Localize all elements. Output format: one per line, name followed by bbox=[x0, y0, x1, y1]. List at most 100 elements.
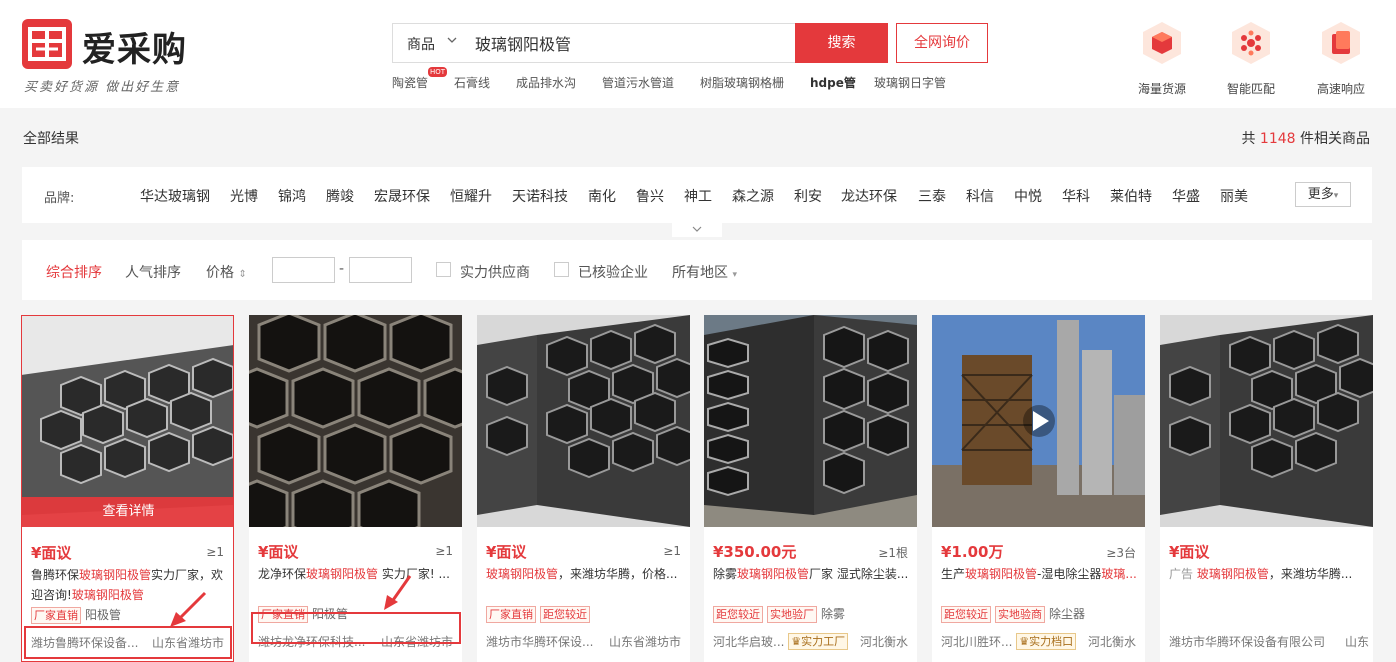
product-card[interactable]: ¥1.00万 ≥3台 生产玻璃钢阳极管-湿电除尘器玻璃... 距您较近 实地验商除… bbox=[932, 315, 1145, 662]
hot-word[interactable]: 树脂玻璃钢格栅 bbox=[700, 74, 784, 91]
product-card[interactable]: ¥350.00元 ≥1根 除雾玻璃钢阳极管厂家 湿式除尘装... 距您较近 实地验… bbox=[704, 315, 917, 662]
feature-label: 智能匹配 bbox=[1226, 82, 1275, 96]
brand-item[interactable]: 中悦 bbox=[1014, 186, 1042, 206]
product-card[interactable]: ¥面议 ≥1 玻璃钢阳极管，来潍坊华腾，价格... 厂家直销 距您较近 潍坊市华腾… bbox=[477, 315, 690, 662]
search-button[interactable]: 搜索 bbox=[795, 23, 888, 63]
inquiry-button[interactable]: 全网询价 bbox=[896, 23, 988, 63]
price-dash: - bbox=[339, 261, 345, 277]
product-moq: ≥1根 bbox=[878, 546, 908, 560]
brand-item[interactable]: 鲁兴 bbox=[636, 186, 664, 206]
result-suffix: 件相关商品 bbox=[1300, 131, 1370, 147]
feature-mass-supply[interactable]: 海量货源 bbox=[1122, 20, 1202, 97]
brand-item[interactable]: 恒耀升 bbox=[450, 186, 492, 206]
speed-icon bbox=[1318, 20, 1364, 66]
brand-item[interactable]: 龙达环保 bbox=[841, 186, 897, 206]
company-location: 山东省潍坊市 bbox=[608, 635, 681, 649]
brand-item[interactable]: 利安 bbox=[794, 186, 822, 206]
tag-factory-direct: 厂家直销 bbox=[31, 607, 81, 624]
product-card[interactable]: ¥面议 ≥1 龙净环保玻璃钢阳极管 实力厂家! ... 厂家直销 阳极管 潍坊龙净… bbox=[249, 315, 462, 662]
logo-slogan: 买卖好货源 做出好生意 bbox=[24, 80, 181, 95]
chevron-down-icon: ▾ bbox=[732, 270, 737, 280]
badge-text: 实力档口 bbox=[1029, 635, 1074, 648]
brand-item[interactable]: 森之源 bbox=[732, 186, 774, 206]
brand-item[interactable]: 科信 bbox=[966, 186, 994, 206]
brand-item[interactable]: 华盛 bbox=[1172, 186, 1200, 206]
product-price: ¥面议 bbox=[258, 543, 299, 561]
brand-item[interactable]: 锦鸿 bbox=[278, 186, 306, 206]
product-image[interactable] bbox=[1160, 315, 1373, 527]
product-image[interactable] bbox=[477, 315, 690, 527]
hot-word[interactable]: 管道污水管道 bbox=[602, 74, 674, 91]
price-min-input[interactable] bbox=[272, 257, 335, 283]
product-price: ¥350.00元 bbox=[713, 543, 797, 561]
result-count: 共 1148 件相关商品 bbox=[1241, 128, 1370, 148]
expand-filter-chevron-icon[interactable] bbox=[672, 223, 722, 237]
title-text: 生产 bbox=[941, 567, 966, 581]
hot-word[interactable]: 石膏线 bbox=[454, 74, 490, 91]
strong-supplier-label[interactable]: 实力供应商 bbox=[460, 262, 530, 282]
product-price: ¥1.00万 bbox=[941, 543, 1004, 561]
brand-item[interactable]: 宏晟环保 bbox=[374, 186, 430, 206]
brand-item[interactable]: 腾竣 bbox=[326, 186, 354, 206]
logo-icon[interactable] bbox=[22, 19, 72, 69]
product-title[interactable]: 除雾玻璃钢阳极管厂家 湿式除尘装... bbox=[713, 564, 909, 584]
brand-item[interactable]: 天诺科技 bbox=[512, 186, 568, 206]
feature-smart-match[interactable]: 智能匹配 bbox=[1211, 20, 1291, 97]
product-image[interactable] bbox=[704, 315, 917, 527]
title-text: 除雾 bbox=[713, 567, 738, 581]
brand-item[interactable]: 丽美 bbox=[1220, 186, 1248, 206]
title-text: 鲁腾环保 bbox=[31, 568, 80, 582]
product-image[interactable] bbox=[249, 315, 462, 527]
brand-item[interactable]: 莱伯特 bbox=[1110, 186, 1152, 206]
product-card[interactable]: ¥面议 广告 玻璃钢阳极管，来潍坊华腾... 潍坊市华腾环保设备有限公司 山东 bbox=[1160, 315, 1373, 662]
title-text: 厂家 湿式除尘装... bbox=[809, 567, 909, 581]
product-title[interactable]: 玻璃钢阳极管，来潍坊华腾，价格... bbox=[486, 564, 682, 584]
brand-item[interactable]: 南化 bbox=[588, 186, 616, 206]
company-name[interactable]: 潍坊市华腾环保设备有限公司 bbox=[1169, 633, 1325, 650]
product-title[interactable]: 广告 玻璃钢阳极管，来潍坊华腾... bbox=[1169, 564, 1365, 584]
title-highlight: 玻璃钢阳极管 bbox=[486, 567, 559, 581]
crown-badge: ♛实力档口 bbox=[1016, 633, 1077, 650]
sort-price[interactable]: 价格 ⇕ bbox=[206, 262, 247, 282]
hot-word[interactable]: 成品排水沟 bbox=[516, 74, 576, 91]
brand-item[interactable]: 光博 bbox=[230, 186, 258, 206]
brand-item[interactable]: 华达玻璃钢 bbox=[140, 186, 210, 206]
chevron-down-icon[interactable] bbox=[447, 36, 457, 47]
product-title[interactable]: 生产玻璃钢阳极管-湿电除尘器玻璃... bbox=[941, 564, 1137, 584]
search-category[interactable]: 商品 bbox=[407, 34, 435, 54]
product-image[interactable] bbox=[932, 315, 1145, 527]
feature-fast-response[interactable]: 高速响应 bbox=[1301, 20, 1381, 97]
more-brands-button[interactable]: 更多▾ bbox=[1295, 182, 1351, 207]
product-image[interactable] bbox=[22, 316, 233, 527]
product-title[interactable]: 龙净环保玻璃钢阳极管 实力厂家! ... bbox=[258, 564, 454, 584]
annotation-box bbox=[24, 626, 232, 659]
sort-bar: 综合排序 人气排序 价格 ⇕ - 实力供应商 已核验企业 所有地区 ▾ bbox=[22, 240, 1372, 300]
hot-word[interactable]: 陶瓷管 bbox=[392, 74, 428, 91]
verified-checkbox[interactable] bbox=[554, 262, 569, 277]
product-moq: ≥1 bbox=[435, 544, 453, 558]
product-tags: 厂家直销 阳极管 bbox=[31, 607, 125, 625]
sort-popularity[interactable]: 人气排序 bbox=[125, 262, 181, 282]
logo-name[interactable]: 爱采购 bbox=[82, 22, 187, 71]
region-select[interactable]: 所有地区 ▾ bbox=[672, 262, 737, 282]
verified-label[interactable]: 已核验企业 bbox=[578, 262, 648, 282]
company-name[interactable]: 潍坊市华腾环保设... bbox=[486, 633, 593, 650]
company-name[interactable]: 河北川胜环... ♛实力档口 bbox=[941, 633, 1080, 650]
tag-nearby: 距您较近 bbox=[540, 606, 590, 623]
search-input[interactable] bbox=[475, 24, 785, 62]
strong-supplier-checkbox[interactable] bbox=[436, 262, 451, 277]
brand-label: 品牌: bbox=[44, 191, 75, 206]
company-location: 河北衡水 bbox=[1087, 635, 1136, 649]
product-tags: 厂家直销 距您较近 bbox=[486, 606, 594, 624]
match-icon bbox=[1228, 20, 1274, 66]
brand-item[interactable]: 神工 bbox=[684, 186, 712, 206]
hot-word[interactable]: hdpe管 bbox=[810, 74, 856, 91]
brand-item[interactable]: 三泰 bbox=[918, 186, 946, 206]
company-name[interactable]: 河北华启玻... ♛实力工厂 bbox=[713, 633, 852, 650]
more-label: 更多 bbox=[1307, 187, 1334, 202]
brand-item[interactable]: 华科 bbox=[1062, 186, 1090, 206]
price-max-input[interactable] bbox=[349, 257, 412, 283]
hot-word[interactable]: 玻璃钢日字管 bbox=[874, 74, 946, 91]
sort-composite[interactable]: 综合排序 bbox=[46, 262, 102, 282]
view-details-button[interactable]: 查看详情 bbox=[22, 497, 233, 527]
